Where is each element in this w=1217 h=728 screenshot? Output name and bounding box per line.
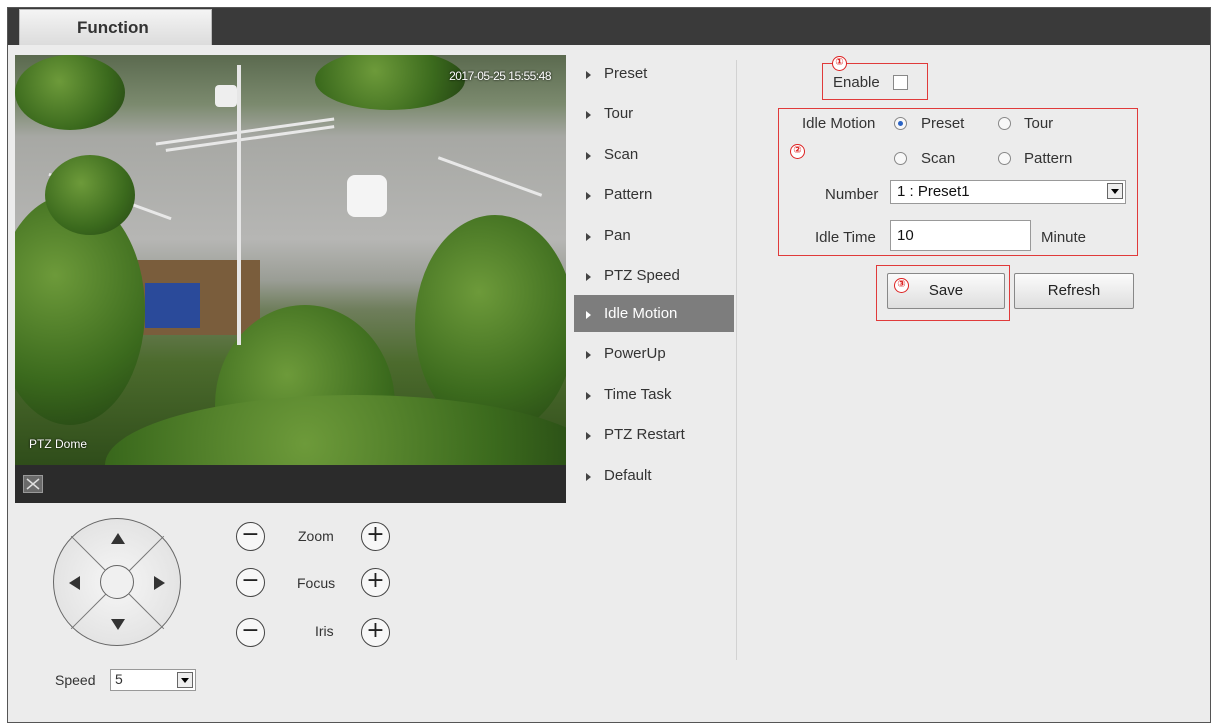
save-button[interactable]: ③ Save [887,273,1005,309]
video-toolbar [15,465,566,503]
menu-item-pattern[interactable]: Pattern [574,176,734,216]
ptz-right-arrow-icon[interactable] [154,576,165,590]
video-car [347,175,387,217]
menu-item-idle-motion[interactable]: Idle Motion [574,295,734,333]
menu-item-time-task[interactable]: Time Task [574,376,734,416]
radio-preset[interactable] [894,117,907,130]
menu-item-ptz-speed[interactable]: PTZ Speed [574,257,734,297]
save-button-label: Save [928,282,964,299]
focus-minus-button[interactable]: − [236,568,265,597]
step-badge-3: ③ [894,278,909,293]
speed-select[interactable]: 5 [110,669,196,691]
zoom-in-button[interactable]: + [361,522,390,551]
idle-time-label: Idle Time [815,229,876,246]
menu-item-pan[interactable]: Pan [574,217,734,257]
tab-function[interactable]: Function [19,9,212,45]
menu-item-scan[interactable]: Scan [574,136,734,176]
video-tree [15,55,125,130]
radio-scan[interactable] [894,152,907,165]
speed-value: 5 [115,671,123,687]
radio-pattern-label: Pattern [1024,150,1073,167]
radio-scan-label: Scan [921,150,956,167]
step-badge-1: ① [832,56,847,71]
step-badge-2: ② [790,144,805,159]
live-video[interactable]: 2017-05-25 15:55:48 PTZ Dome [15,55,566,465]
menu-item-tour[interactable]: Tour [574,95,734,135]
ptz-center-button[interactable] [100,565,134,599]
video-crosswalk [437,156,543,197]
focus-plus-button[interactable]: + [361,568,390,597]
chevron-down-icon[interactable] [1107,183,1123,199]
video-billboard [145,283,200,328]
speed-label: Speed [55,672,96,688]
ptz-up-arrow-icon[interactable] [111,533,125,544]
refresh-button[interactable]: Refresh [1014,273,1134,309]
ptz-left-arrow-icon[interactable] [69,576,80,590]
idle-time-unit: Minute [1041,229,1087,246]
top-bar: Function [8,8,1210,45]
menu-item-ptz-restart[interactable]: PTZ Restart [574,416,734,456]
radio-pattern[interactable] [998,152,1011,165]
video-tree [315,55,465,110]
iris-plus-button[interactable]: + [361,618,390,647]
number-value: 1 : Preset1 [897,183,970,200]
video-lamp-post [237,65,241,345]
fullscreen-icon[interactable] [23,475,43,493]
iris-minus-button[interactable]: − [236,618,265,647]
enable-checkbox[interactable] [893,75,908,90]
video-tree [45,155,135,235]
radio-preset-label: Preset [921,115,965,132]
menu-item-powerup[interactable]: PowerUp [574,335,734,375]
focus-label: Focus [297,575,336,591]
number-label: Number [825,186,879,203]
zoom-out-button[interactable]: − [236,522,265,551]
radio-tour-label: Tour [1024,115,1054,132]
ptz-direction-pad [53,518,181,646]
ptz-down-arrow-icon[interactable] [111,619,125,630]
video-caption: PTZ Dome [29,437,88,451]
idle-time-input[interactable]: 10 [890,220,1031,251]
menu-item-default[interactable]: Default [574,457,734,497]
number-select[interactable]: 1 : Preset1 [890,180,1126,204]
enable-label: Enable [833,74,880,91]
zoom-label: Zoom [298,528,334,544]
function-menu: Preset Tour Scan Pattern Pan PTZ Speed I… [574,55,734,497]
chevron-down-icon[interactable] [177,672,193,688]
video-timestamp: 2017-05-25 15:55:48 [449,69,551,83]
radio-tour[interactable] [998,117,1011,130]
idle-motion-label: Idle Motion [802,115,876,132]
video-car [215,85,237,107]
menu-item-preset[interactable]: Preset [574,55,734,95]
menu-divider [736,60,737,660]
iris-label: Iris [315,623,334,639]
